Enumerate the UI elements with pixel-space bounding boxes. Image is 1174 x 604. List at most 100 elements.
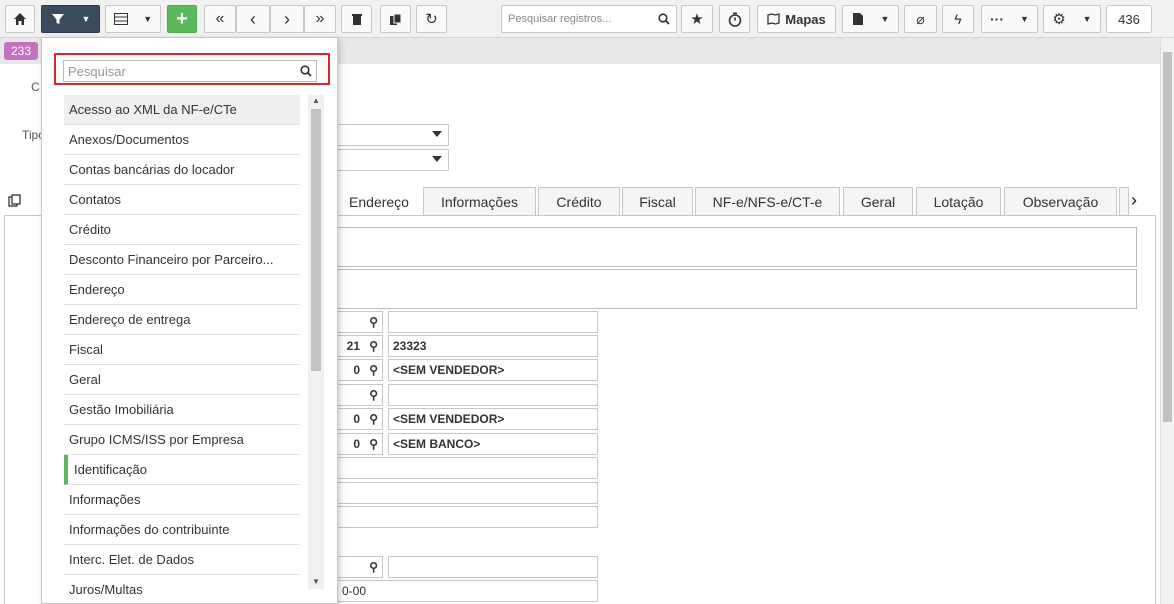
scrollbar-thumb[interactable] (1163, 52, 1172, 422)
dropdown-item[interactable]: Juros/Multas (64, 575, 300, 597)
timer-button[interactable] (719, 5, 750, 33)
next-icon: › (284, 8, 290, 29)
tab-credito[interactable]: Crédito (538, 187, 620, 216)
more-icon: ··· (990, 11, 1005, 27)
dropdown-item[interactable]: Anexos/Documentos (64, 125, 300, 155)
chevron-down-icon (432, 156, 442, 162)
type-select-2[interactable] (337, 149, 449, 171)
desc-field-2[interactable]: 23323 (388, 335, 598, 357)
last-record-button[interactable]: » (304, 5, 336, 33)
code-field-1[interactable]: ⚲ (337, 311, 383, 333)
tab-informacoes[interactable]: Informações (423, 187, 536, 216)
first-record-button[interactable]: « (204, 5, 236, 33)
dropdown-scrollbar-thumb[interactable] (311, 109, 321, 371)
page-scrollbar[interactable] (1160, 38, 1174, 604)
report-icon (852, 13, 863, 25)
search-records-input[interactable]: Pesquisar registros... (501, 5, 677, 33)
grid-view-button[interactable]: ▼ (105, 5, 161, 33)
dropdown-item[interactable]: Endereço de entrega (64, 305, 300, 335)
last-icon: » (315, 10, 325, 27)
filter-button[interactable]: ▼ (41, 5, 100, 33)
refresh-icon: ↻ (425, 11, 438, 28)
chevron-down-icon (432, 131, 442, 137)
dropdown-item[interactable]: Acesso ao XML da NF-e/CTe (64, 95, 300, 125)
desc-field-1[interactable] (388, 311, 598, 333)
code-field-3[interactable]: 0 ⚲ (337, 359, 383, 381)
dropdown-item[interactable]: Contas bancárias do locador (64, 155, 300, 185)
search-icon[interactable]: ⚲ (369, 560, 378, 574)
code-field-6[interactable]: 0 ⚲ (337, 433, 383, 455)
desc-field-5[interactable]: <SEM VENDEDOR> (388, 408, 598, 430)
code-field-5[interactable]: 0 ⚲ (337, 408, 383, 430)
search-icon[interactable]: ⚲ (369, 412, 378, 426)
desc-field-6[interactable]: <SEM BANCO> (388, 433, 598, 455)
duplicate-button[interactable] (380, 5, 411, 33)
dropdown-item[interactable]: Interc. Elet. de Dados (64, 545, 300, 575)
textarea-1[interactable] (337, 227, 1137, 267)
delete-button[interactable] (341, 5, 372, 33)
tab-endereco[interactable]: Endereço (337, 187, 421, 216)
search-icon[interactable]: ⚲ (369, 437, 378, 451)
search-records-placeholder: Pesquisar registros... (508, 13, 612, 25)
record-badge[interactable]: 233 (4, 42, 38, 60)
attachments-button[interactable]: ⌀ (904, 5, 937, 33)
home-icon (14, 13, 26, 25)
tab-lotacao[interactable]: Lotação (916, 187, 1001, 216)
tab-geral[interactable]: Geral (843, 187, 913, 216)
dropdown-item[interactable]: Contatos (64, 185, 300, 215)
code-value: 0 (353, 363, 360, 377)
search-icon[interactable]: ⚲ (369, 339, 378, 353)
actions-button[interactable]: ϟ (942, 5, 974, 33)
dropdown-item[interactable]: Grupo ICMS/ISS por Empresa (64, 425, 300, 455)
dropdown-search-input[interactable]: Pesquisar (63, 60, 317, 82)
dropdown-item[interactable]: Gestão Imobiliária (64, 395, 300, 425)
search-icon[interactable]: ⚲ (369, 363, 378, 377)
form-label-c: C (31, 80, 40, 94)
dropdown-item[interactable]: Informações do contribuinte (64, 515, 300, 545)
tab-overflow[interactable] (1119, 187, 1129, 216)
dropdown-item-active[interactable]: Identificação (64, 455, 300, 485)
dropdown-item[interactable]: Geral (64, 365, 300, 395)
settings-button[interactable]: ⚙ ▼ (1043, 5, 1101, 33)
home-button[interactable] (5, 5, 35, 33)
code-field-2[interactable]: 21 ⚲ (337, 335, 383, 357)
dropdown-item[interactable]: Desconto Financeiro por Parceiro... (64, 245, 300, 275)
prev-record-button[interactable]: ‹ (236, 5, 270, 33)
code-field-4[interactable]: ⚲ (337, 384, 383, 406)
bottom-field[interactable]: 0-00 (337, 580, 598, 602)
more-button[interactable]: ··· ▼ (981, 5, 1038, 33)
text-field-9[interactable] (337, 506, 598, 528)
paperclip-icon: ⌀ (916, 10, 925, 27)
dropdown-item[interactable]: Informações (64, 485, 300, 515)
dropdown-item[interactable]: Fiscal (64, 335, 300, 365)
favorite-button[interactable]: ★ (681, 5, 713, 33)
dropdown-item[interactable]: Crédito (64, 215, 300, 245)
scroll-down-icon[interactable]: ▼ (312, 577, 320, 586)
copy-icon[interactable] (8, 194, 22, 208)
dropdown-scrollbar[interactable]: ▲ ▼ (308, 95, 324, 589)
lightning-icon: ϟ (954, 11, 962, 27)
next-record-button[interactable]: › (270, 5, 304, 33)
scroll-up-icon[interactable]: ▲ (312, 96, 320, 105)
desc-field-4[interactable] (388, 384, 598, 406)
tab-observacao[interactable]: Observação (1004, 187, 1117, 216)
dropdown-item[interactable]: Endereço (64, 275, 300, 305)
tab-fiscal[interactable]: Fiscal (622, 187, 693, 216)
refresh-button[interactable]: ↻ (416, 5, 447, 33)
grid-icon (113, 13, 128, 25)
add-button[interactable]: + (167, 5, 197, 33)
maps-button[interactable]: Mapas (757, 5, 836, 33)
desc-field-10[interactable] (388, 556, 598, 578)
tab-nfe[interactable]: NF-e/NFS-e/CT-e (695, 187, 840, 216)
search-icon[interactable]: ⚲ (369, 315, 378, 329)
code-field-10[interactable]: ⚲ (337, 556, 383, 578)
type-select-1[interactable] (337, 124, 449, 146)
chevron-right-icon[interactable]: › (1131, 190, 1137, 211)
desc-field-3[interactable]: <SEM VENDEDOR> (388, 359, 598, 381)
reports-button[interactable]: ▼ (842, 5, 899, 33)
text-field-8[interactable] (337, 482, 598, 504)
text-field-7[interactable] (337, 457, 598, 479)
textarea-2[interactable] (337, 269, 1137, 309)
gear-icon: ⚙ (1052, 11, 1066, 28)
search-icon[interactable]: ⚲ (369, 388, 378, 402)
